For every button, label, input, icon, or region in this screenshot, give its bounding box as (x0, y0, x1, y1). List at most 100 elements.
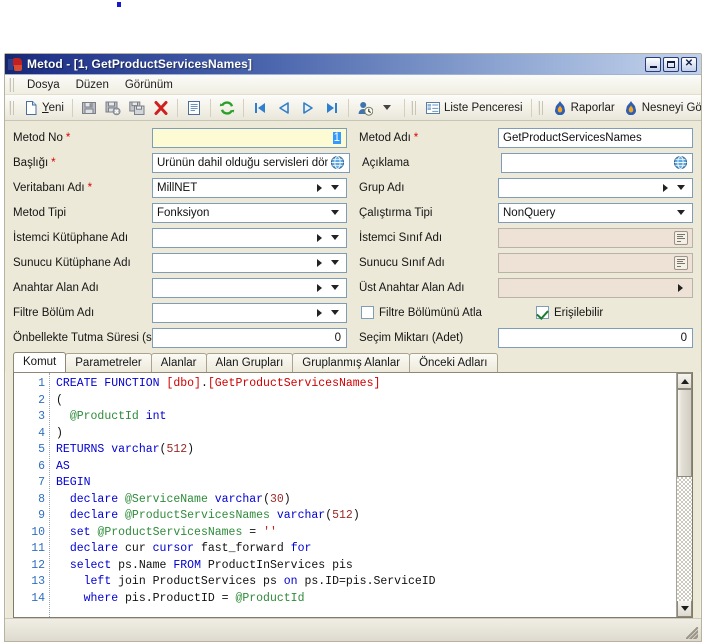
aciklama-input[interactable] (501, 152, 693, 173)
metod-no-input[interactable]: 1 (152, 127, 347, 148)
checkbox-erisilebilir[interactable]: Erişilebilir (536, 306, 603, 319)
minimize-button[interactable] (645, 56, 661, 72)
save-button[interactable] (77, 97, 101, 119)
scroll-track[interactable] (677, 389, 692, 601)
basligi-input[interactable]: Ürünün dahil olduğu servisleri döndür (152, 152, 350, 173)
chevron-down-icon[interactable] (331, 285, 339, 290)
show-object-button[interactable]: Nesneyi Göster / Te (619, 97, 701, 119)
code-token: fast_forward (194, 542, 291, 555)
lookup-arrow-icon[interactable] (317, 283, 322, 292)
last-record-button[interactable] (320, 97, 344, 119)
chevron-down-icon[interactable] (331, 260, 339, 265)
new-button[interactable]: Yeni (19, 97, 68, 119)
first-record-button[interactable] (248, 97, 272, 119)
tab-gruplanmis-alanlar[interactable]: Gruplanmış Alanlar (292, 353, 411, 372)
field-filtre-bolum-adi-label: Filtre Bölüm Adı (13, 306, 95, 319)
scroll-up-button[interactable] (677, 373, 692, 389)
resize-grip[interactable] (686, 627, 698, 639)
lookup-arrow-icon[interactable] (317, 258, 322, 267)
lookup-arrow-icon[interactable] (678, 283, 683, 292)
grup-adi-input[interactable] (498, 177, 693, 198)
history-user-button[interactable] (353, 97, 377, 119)
lookup-arrow-icon[interactable] (317, 183, 322, 192)
editor-vertical-scrollbar[interactable] (676, 373, 692, 617)
menubar-gripper[interactable] (9, 77, 16, 92)
lookup-arrow-icon[interactable] (317, 233, 322, 242)
filtre-bolum-adi-input[interactable] (152, 302, 347, 323)
anahtar-alan-adi-input[interactable] (152, 277, 347, 298)
chevron-down-icon[interactable] (331, 185, 339, 190)
required-marker: * (87, 181, 93, 194)
tab-onceki-adlari[interactable]: Önceki Adları (409, 353, 498, 372)
tab-alanlar[interactable]: Alanlar (150, 353, 207, 372)
reports-button[interactable]: Raporlar (548, 97, 619, 119)
veritabani-adi-input[interactable]: MillNET (152, 177, 347, 198)
save-copy-button[interactable] (125, 97, 149, 119)
copy-button[interactable] (182, 97, 206, 119)
tab-alan-gruplari[interactable]: Alan Grupları (205, 353, 294, 372)
globe-icon[interactable] (330, 155, 345, 170)
lookup-arrow-icon[interactable] (663, 183, 668, 192)
statusbar (5, 618, 701, 641)
calistirma-tipi-combo[interactable]: NonQuery (498, 202, 693, 223)
app-icon (8, 57, 23, 72)
editor-code[interactable]: CREATE FUNCTION [dbo].[GetProductService… (50, 373, 676, 617)
chevron-down-icon[interactable] (331, 310, 339, 315)
chevron-down-icon[interactable] (331, 235, 339, 240)
onbellekte-tutma-suresi-input[interactable]: 0 (152, 327, 347, 348)
sunucu-kutuphane-adi-input[interactable] (152, 252, 347, 273)
next-record-button[interactable] (296, 97, 320, 119)
chevron-down-icon[interactable] (331, 210, 339, 215)
checkbox-filtre-bolumunu-atla[interactable]: Filtre Bölümünü Atla (353, 306, 498, 319)
list-window-button[interactable]: Liste Penceresi (421, 97, 527, 119)
save-delete-button[interactable] (101, 97, 125, 119)
line-number: 8 (38, 492, 45, 506)
metod-adi-input[interactable]: GetProductServicesNames (498, 127, 693, 148)
code-token: @ProductId (235, 591, 305, 605)
list-window-label: Liste Penceresi (443, 101, 523, 114)
code-token: join ProductServices ps (111, 575, 284, 588)
checkbox-box-checked[interactable] (536, 306, 549, 319)
toolbar-dropdown-button[interactable] (377, 97, 400, 119)
window-titlebar[interactable]: Metod - [1, GetProductServicesNames] ✕ (5, 54, 701, 75)
lookup-arrow-icon[interactable] (317, 308, 322, 317)
field-calistirma-tipi-label: Çalıştırma Tipi (359, 206, 433, 219)
menu-item-duzen[interactable]: Düzen (68, 77, 117, 93)
form-row-3: Veritabanı Adı * MillNET Grup Adı (7, 175, 699, 200)
code-token: AS (56, 459, 70, 473)
metod-tipi-combo[interactable]: Fonksiyon (152, 202, 347, 223)
memo-editor-icon-2[interactable] (674, 255, 688, 270)
globe-icon-2[interactable] (673, 155, 688, 170)
checkbox-box[interactable] (361, 306, 374, 319)
maximize-button[interactable] (663, 56, 679, 72)
close-button[interactable]: ✕ (681, 56, 697, 72)
memo-editor-icon[interactable] (674, 230, 688, 245)
sql-editor[interactable]: 1 2 3 4 5 6 7 8 9 10 11 12 13 14 CREATE FUNCTION [dbo… (13, 372, 693, 618)
code-token: = (242, 525, 264, 539)
refresh-button[interactable] (215, 97, 239, 119)
previous-record-button[interactable] (272, 97, 296, 119)
menu-item-dosya[interactable]: Dosya (19, 77, 68, 93)
field-metod-no: Metod No * 1 (7, 125, 353, 150)
code-line: ) (56, 426, 676, 443)
toolbar-gripper-2[interactable] (410, 100, 418, 115)
code-token: [dbo] (166, 377, 201, 390)
menu-item-gorunum[interactable]: Görünüm (117, 77, 181, 93)
tab-komut[interactable]: Komut (13, 352, 67, 372)
scroll-thumb[interactable] (677, 389, 692, 477)
field-aciklama-label: Açıklama (362, 156, 410, 169)
chevron-down-icon[interactable] (677, 210, 685, 215)
delete-button[interactable] (149, 97, 173, 119)
scroll-down-button[interactable] (677, 601, 692, 617)
required-marker: * (65, 131, 71, 144)
toolbar-gripper[interactable] (9, 100, 16, 115)
secim-miktari-input[interactable]: 0 (498, 327, 693, 348)
field-istemci-kutuphane-adi: İstemci Kütüphane Adı (7, 225, 353, 250)
istemci-kutuphane-adi-input[interactable] (152, 227, 347, 248)
chevron-down-icon[interactable] (677, 185, 685, 190)
toolbar-gripper-3[interactable] (537, 100, 545, 115)
tab-parametreler[interactable]: Parametreler (65, 353, 152, 372)
line-number: 13 (31, 575, 45, 588)
